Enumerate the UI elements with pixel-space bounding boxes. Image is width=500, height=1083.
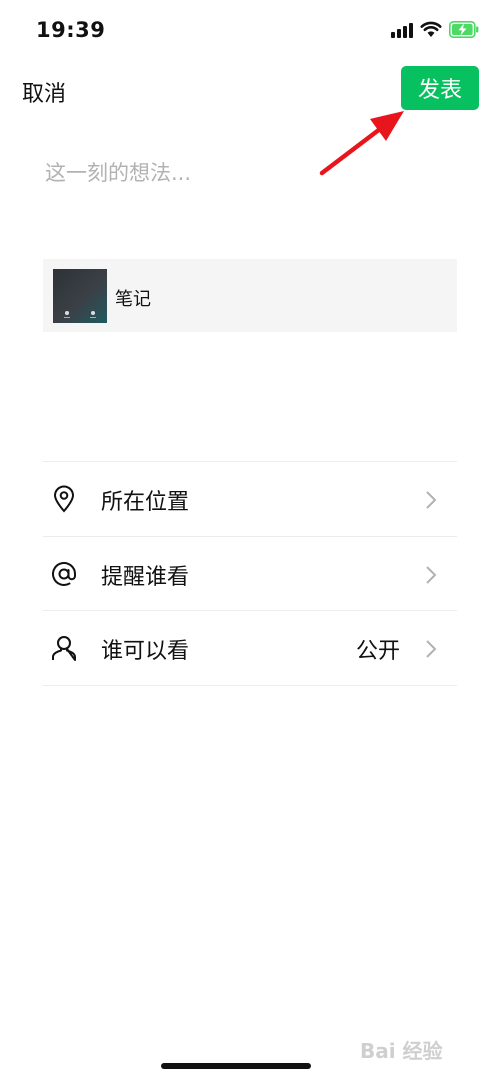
battery-charging-icon <box>449 21 479 38</box>
note-thumbnail <box>53 269 107 323</box>
status-time: 19:39 <box>36 18 106 42</box>
chevron-right-icon <box>426 491 437 509</box>
chevron-right-icon <box>426 566 437 584</box>
shared-note-title: 笔记 <box>115 289 151 310</box>
divider <box>43 685 457 686</box>
shared-note-card[interactable]: 笔记 <box>43 259 457 332</box>
remind-who-label: 提醒谁看 <box>101 565 190 590</box>
who-can-see-row[interactable]: 谁可以看 公开 <box>43 611 457 685</box>
at-sign-icon <box>52 562 76 586</box>
remind-who-row[interactable]: 提醒谁看 <box>43 537 457 611</box>
cancel-button[interactable]: 取消 <box>22 76 66 108</box>
home-indicator <box>161 1063 311 1069</box>
visibility-value: 公开 <box>355 639 400 664</box>
location-row[interactable]: 所在位置 <box>43 462 457 536</box>
location-label: 所在位置 <box>101 490 190 515</box>
wifi-icon <box>420 21 442 37</box>
thought-input[interactable] <box>43 152 461 194</box>
cellular-signal-icon <box>391 22 415 38</box>
chevron-right-icon <box>426 640 437 658</box>
person-icon <box>52 636 76 661</box>
watermark: Bai 经验 <box>360 1039 443 1063</box>
publish-button[interactable]: 发表 <box>401 66 479 110</box>
who-can-see-label: 谁可以看 <box>101 639 190 664</box>
location-pin-icon <box>53 485 75 513</box>
